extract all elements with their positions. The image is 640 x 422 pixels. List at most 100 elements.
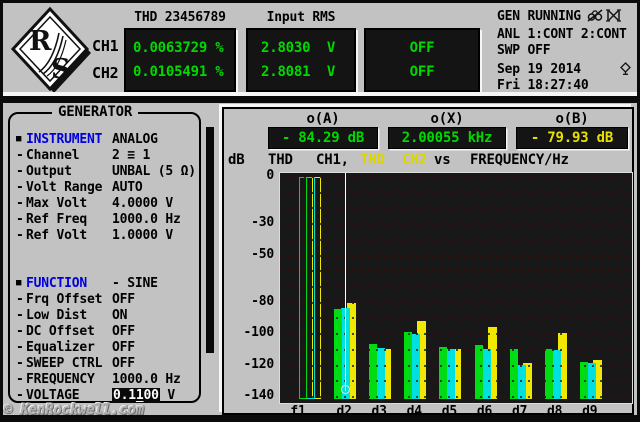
gridline-overlay--90 bbox=[280, 317, 632, 319]
thd-ch1-value: 0.0063729 % bbox=[133, 41, 234, 55]
generator-row-value: 1000.0 Hz bbox=[112, 212, 181, 227]
anl-status: ANL 1:CONT 2:CONT bbox=[497, 27, 627, 42]
generator-row-max-volt[interactable]: -Max Volt 4.0000 V bbox=[10, 196, 199, 211]
generator-row-value: UNBAL (5 Ω) bbox=[112, 164, 196, 179]
generator-row-ref-volt[interactable]: -Ref Volt 1.0000 V bbox=[10, 228, 199, 243]
generator-row-label: Output bbox=[26, 164, 72, 179]
item-marker-icon: - bbox=[16, 228, 24, 243]
generator-row-label: Max Volt bbox=[26, 196, 87, 211]
generator-row-function[interactable]: ■FUNCTION- SINE bbox=[10, 276, 199, 291]
gridline-overlay--40 bbox=[280, 239, 632, 241]
frame-left bbox=[0, 0, 3, 422]
gridline-overlay--100 bbox=[280, 333, 632, 335]
generator-row-value: OFF bbox=[112, 356, 135, 371]
generator-row-value: 4.0000 V bbox=[112, 196, 173, 211]
crossed-screen-icon bbox=[606, 9, 621, 22]
generator-row-frequency[interactable]: -FREQUENCY1000.0 Hz bbox=[10, 372, 199, 387]
generator-row-value: 1.0000 V bbox=[112, 228, 173, 243]
y-tick--50: -50 bbox=[228, 248, 274, 262]
item-marker-icon: - bbox=[16, 164, 24, 179]
item-marker-icon: - bbox=[16, 356, 24, 371]
generator-row-value: OFF bbox=[112, 340, 135, 355]
generator-row-label: VOLTAGE bbox=[26, 388, 79, 403]
generator-row-volt-range[interactable]: -Volt Range AUTO bbox=[10, 180, 199, 195]
crossed-binoculars-icon bbox=[587, 9, 603, 22]
generator-row-label: DC Offset bbox=[26, 324, 95, 339]
generator-row-label: Ref Volt bbox=[26, 228, 87, 243]
generator-row-frq-offset[interactable]: -Frq OffsetOFF bbox=[10, 292, 199, 307]
time-label: Fri 18:27:40 bbox=[497, 78, 589, 93]
svg-text:R: R bbox=[29, 26, 52, 57]
generator-row-label: Volt Range bbox=[26, 180, 102, 195]
item-marker-icon: - bbox=[16, 180, 24, 195]
generator-row-value: 1000.0 Hz bbox=[112, 372, 181, 387]
item-marker-icon: - bbox=[16, 308, 24, 323]
readout-label-0: o(A) bbox=[268, 111, 378, 125]
item-marker-icon: - bbox=[16, 340, 24, 355]
generator-row-value: OFF bbox=[112, 292, 135, 307]
gridline-overlay--60 bbox=[280, 270, 632, 272]
diamond-indicator-icon bbox=[620, 62, 631, 75]
rs-logo: R S bbox=[8, 6, 94, 94]
bar-s0-d6 bbox=[475, 345, 483, 399]
voltage-value-field[interactable]: 0.1100 bbox=[112, 388, 160, 403]
generator-row-equalizer[interactable]: -Equalizer OFF bbox=[10, 340, 199, 355]
input-rms-ch2-value: 2.8081 V bbox=[261, 65, 354, 79]
generator-panel-title: GENERATOR bbox=[52, 105, 138, 120]
generator-row-sweep-ctrl[interactable]: -SWEEP CTRLOFF bbox=[10, 356, 199, 371]
generator-row-low-dist[interactable]: -Low DistON bbox=[10, 308, 199, 323]
generator-row-instrument[interactable]: ■INSTRUMENTANALOG bbox=[10, 132, 199, 147]
generator-row-label: Channel bbox=[26, 148, 79, 163]
bar-s1-d5 bbox=[446, 349, 455, 399]
generator-row-value: ON bbox=[112, 308, 127, 323]
generator-row-value: ANALOG bbox=[112, 132, 158, 147]
generator-row-ref-freq[interactable]: -Ref Freq1000.0 Hz bbox=[10, 212, 199, 227]
aux-readout-box: OFF OFF bbox=[364, 28, 480, 92]
date-label: Sep 19 2014 bbox=[497, 62, 581, 77]
gridline-overlay--70 bbox=[280, 286, 632, 288]
chart-title-part-5: FREQUENCY/Hz bbox=[470, 152, 569, 168]
item-marker-icon: - bbox=[16, 388, 24, 403]
generator-row-output[interactable]: -Output UNBAL (5 Ω) bbox=[10, 164, 199, 179]
y-tick--120: -120 bbox=[228, 358, 274, 372]
gridline-overlay--20 bbox=[280, 207, 632, 209]
generator-row-voltage[interactable]: -VOLTAGE 0.1100 V bbox=[10, 388, 199, 403]
item-marker-icon: - bbox=[16, 292, 24, 307]
bar-s0-d2 bbox=[334, 309, 342, 399]
readout-box-0: - 84.29 dB bbox=[268, 127, 378, 149]
cursor-line[interactable] bbox=[345, 173, 346, 391]
generator-panel-scrollbar[interactable] bbox=[206, 127, 214, 353]
readout-label-1: o(X) bbox=[388, 111, 506, 125]
chart-title-part-2: THD bbox=[360, 152, 385, 168]
swp-status: SWP OFF bbox=[497, 43, 550, 58]
channel-2-label: CH2 bbox=[92, 64, 119, 82]
generator-row-dc-offset[interactable]: -DC OffsetOFF bbox=[10, 324, 199, 339]
y-tick--30: -30 bbox=[228, 216, 274, 230]
input-rms-readout-box: 2.8030 V 2.8081 V bbox=[246, 28, 356, 92]
item-marker-icon: - bbox=[16, 148, 24, 163]
readout-box-2: - 79.93 dB bbox=[516, 127, 628, 149]
chart-title-part-1: CH1, bbox=[316, 152, 349, 168]
generator-row-channel[interactable]: -Channel2 ≡ 1 bbox=[10, 148, 199, 163]
aux-ch1-value: OFF bbox=[410, 41, 435, 55]
bar-s0-d8 bbox=[545, 349, 553, 399]
chart-title-part-0: THD bbox=[268, 152, 293, 168]
cursor-marker[interactable] bbox=[341, 385, 350, 394]
generator-row-label: Equalizer bbox=[26, 340, 95, 355]
bar-s0-d7 bbox=[510, 349, 518, 399]
item-marker-icon: - bbox=[16, 372, 24, 387]
gridline-overlay--30 bbox=[280, 223, 632, 225]
gridline-overlay--120 bbox=[280, 365, 632, 367]
top-divider bbox=[3, 96, 637, 103]
gridline-overlay--80 bbox=[280, 302, 632, 304]
bar-s1-d6 bbox=[482, 349, 491, 399]
generator-row-value: AUTO bbox=[112, 180, 143, 195]
y-unit-label: dB bbox=[228, 152, 244, 168]
chart-panel: o(A)- 84.29 dBo(X)2.00055 kHzo(B)- 79.93… bbox=[222, 107, 634, 415]
gridline-overlay--130 bbox=[280, 380, 632, 382]
generator-panel: GENERATOR ■INSTRUMENTANALOG-Channel2 ≡ 1… bbox=[8, 112, 201, 403]
bar-s1-d3 bbox=[376, 348, 385, 399]
svg-text:S: S bbox=[51, 54, 70, 85]
item-marker-icon: - bbox=[16, 196, 24, 211]
generator-row-value: 0.1100 V bbox=[112, 388, 175, 403]
